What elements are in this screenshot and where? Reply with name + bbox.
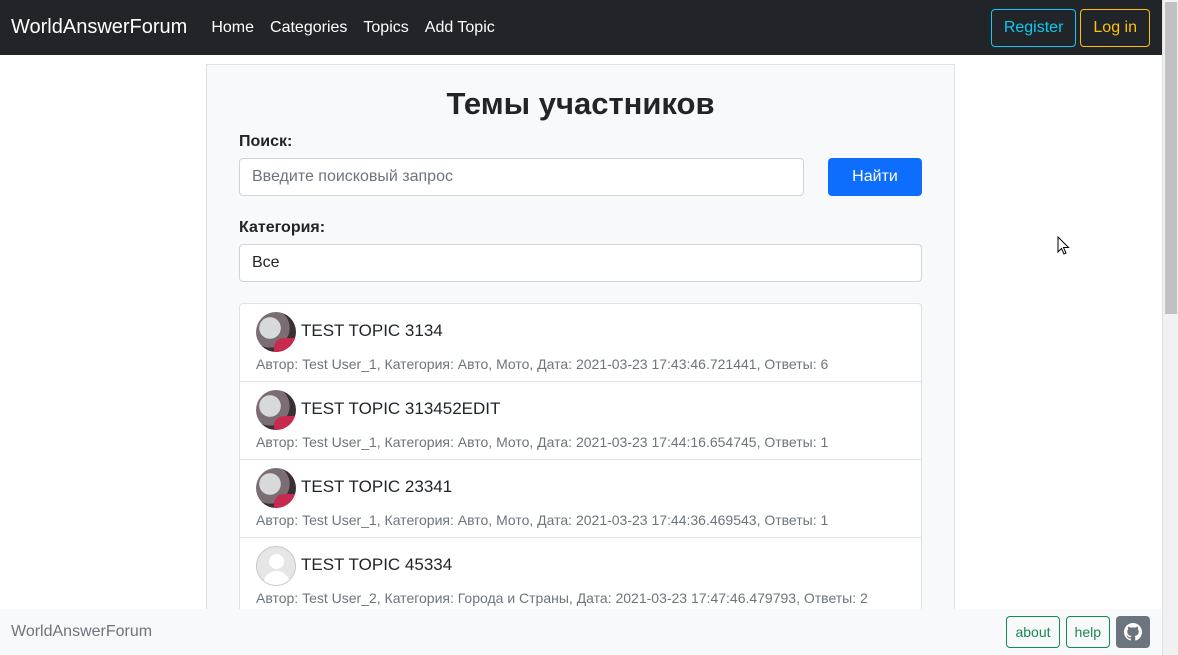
- auth-buttons: Register Log in: [990, 8, 1150, 47]
- register-button[interactable]: Register: [990, 8, 1077, 47]
- top-navbar: WorldAnswerForum Home Categories Topics …: [0, 0, 1162, 55]
- user-avatar: [256, 390, 296, 430]
- topic-item[interactable]: TEST TOPIC 45334 Автор: Test User_2, Кат…: [240, 538, 921, 616]
- nav-link-add-topic[interactable]: Add Topic: [425, 19, 495, 37]
- help-button[interactable]: help: [1065, 616, 1110, 648]
- topic-item[interactable]: TEST TOPIC 313452EDIT Автор: Test User_1…: [240, 382, 921, 460]
- topic-item[interactable]: TEST TOPIC 23341 Автор: Test User_1, Кат…: [240, 460, 921, 538]
- search-label: Поиск:: [239, 133, 293, 150]
- footer: WorldAnswerForum about help: [0, 609, 1162, 655]
- category-select[interactable]: Все: [239, 244, 922, 282]
- footer-buttons: about help: [1006, 616, 1150, 648]
- login-button[interactable]: Log in: [1080, 8, 1150, 47]
- search-button[interactable]: Найти: [828, 158, 922, 196]
- nav-link-categories[interactable]: Categories: [270, 19, 347, 37]
- github-button[interactable]: [1116, 616, 1150, 648]
- navbar-brand[interactable]: WorldAnswerForum: [11, 16, 187, 39]
- footer-brand: WorldAnswerForum: [11, 623, 153, 640]
- topic-title[interactable]: TEST TOPIC 3134: [301, 321, 443, 341]
- about-button[interactable]: about: [1006, 616, 1060, 648]
- scrollbar-thumb[interactable]: [1165, 2, 1177, 314]
- mouse-cursor-icon: [1057, 236, 1070, 255]
- category-label: Категория:: [239, 219, 326, 236]
- default-avatar-icon: [256, 546, 296, 586]
- topic-meta: Автор: Test User_2, Категория: Города и …: [256, 590, 868, 606]
- topic-meta: Автор: Test User_1, Категория: Авто, Мот…: [256, 512, 829, 528]
- topic-title[interactable]: TEST TOPIC 313452EDIT: [301, 399, 500, 419]
- topic-title[interactable]: TEST TOPIC 45334: [301, 555, 452, 575]
- page-scrollbar[interactable]: [1162, 0, 1178, 655]
- category-selected-value: Все: [252, 254, 280, 271]
- user-avatar: [256, 312, 296, 352]
- search-input[interactable]: [239, 158, 804, 196]
- topic-meta: Автор: Test User_1, Категория: Авто, Мот…: [256, 356, 829, 372]
- topic-meta: Автор: Test User_1, Категория: Авто, Мот…: [256, 434, 829, 450]
- nav-links: Home Categories Topics Add Topic: [211, 19, 510, 37]
- nav-link-home[interactable]: Home: [211, 19, 254, 37]
- nav-link-topics[interactable]: Topics: [363, 19, 408, 37]
- topic-title[interactable]: TEST TOPIC 23341: [301, 477, 452, 497]
- github-icon: [1124, 623, 1142, 641]
- topic-list: TEST TOPIC 3134 Автор: Test User_1, Кате…: [239, 303, 922, 623]
- topic-item[interactable]: TEST TOPIC 3134 Автор: Test User_1, Кате…: [240, 304, 921, 382]
- user-avatar: [256, 468, 296, 508]
- page-title: Темы участников: [446, 86, 715, 121]
